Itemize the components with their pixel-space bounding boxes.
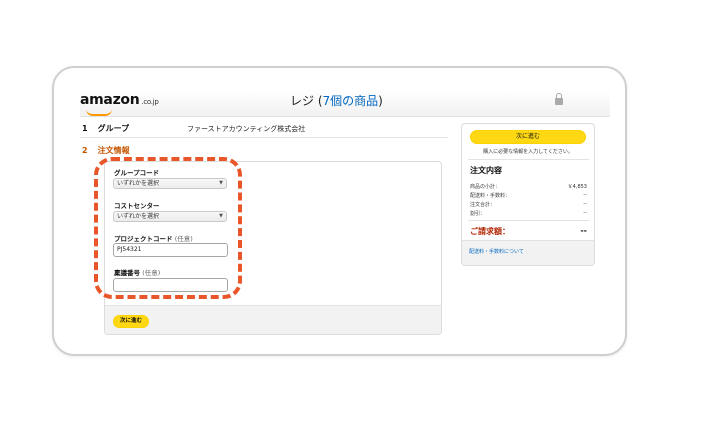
group-value: ファーストアカウンティング株式会社	[187, 125, 306, 133]
logo-tld: .co.jp	[141, 98, 159, 106]
page-title-text: レジ (	[290, 94, 323, 108]
summary-footer: 配送料・手数料について	[462, 240, 594, 265]
step-title: グループ	[97, 124, 130, 133]
summary-next-button[interactable]: 次に進む	[470, 130, 586, 144]
summary-row: 配送料・手数料： --	[470, 192, 587, 199]
order-summary: 次に進む 購入に必要な情報を入力してください。 注文内容 商品の小計： ￥4,85…	[461, 123, 595, 266]
item-count-link[interactable]: 7個の商品	[323, 94, 379, 108]
summary-row-value: ￥4,853	[567, 184, 587, 190]
form-next-button[interactable]: 次に進む	[113, 315, 149, 328]
order-total-value: --	[580, 226, 587, 235]
order-total: ご請求額： --	[470, 226, 587, 237]
divider	[468, 220, 589, 221]
divider	[80, 137, 448, 138]
summary-row: 商品の小計： ￥4,853	[470, 183, 587, 190]
lock-icon	[555, 93, 563, 105]
summary-note: 購入に必要な情報を入力してください。	[483, 149, 573, 155]
summary-row-value: --	[583, 192, 587, 198]
page-title: レジ (7個の商品)	[290, 92, 383, 109]
page-title-close: )	[378, 94, 383, 108]
step-title: 注文情報	[97, 146, 130, 155]
shipping-fee-link[interactable]: 配送料・手数料について	[469, 248, 524, 255]
highlight-annotation	[94, 157, 242, 299]
summary-row-label: 商品の小計：	[470, 184, 501, 190]
summary-row: 注文合計： --	[470, 201, 587, 208]
step-number: 2	[82, 146, 88, 155]
summary-row-label: 配送料・手数料：	[470, 193, 511, 199]
amazon-smile-icon	[86, 109, 112, 116]
summary-row-label: 割引：	[470, 211, 486, 217]
form-footer	[105, 305, 441, 334]
logo-text: amazon	[80, 92, 140, 108]
summary-row-value: --	[583, 201, 587, 207]
step-number: 1	[82, 124, 88, 133]
step-group: 1 グループ	[82, 123, 129, 134]
divider	[468, 159, 589, 160]
order-total-label: ご請求額：	[470, 227, 510, 236]
checkout-header: amazon .co.jp レジ (7個の商品)	[80, 90, 610, 117]
summary-row-label: 注文合計：	[470, 202, 496, 208]
summary-row-value: --	[583, 210, 587, 216]
summary-row: 割引： --	[470, 210, 587, 217]
amazon-logo[interactable]: amazon .co.jp	[80, 92, 159, 116]
summary-title: 注文内容	[470, 166, 502, 175]
step-order-info: 2 注文情報	[82, 145, 130, 156]
